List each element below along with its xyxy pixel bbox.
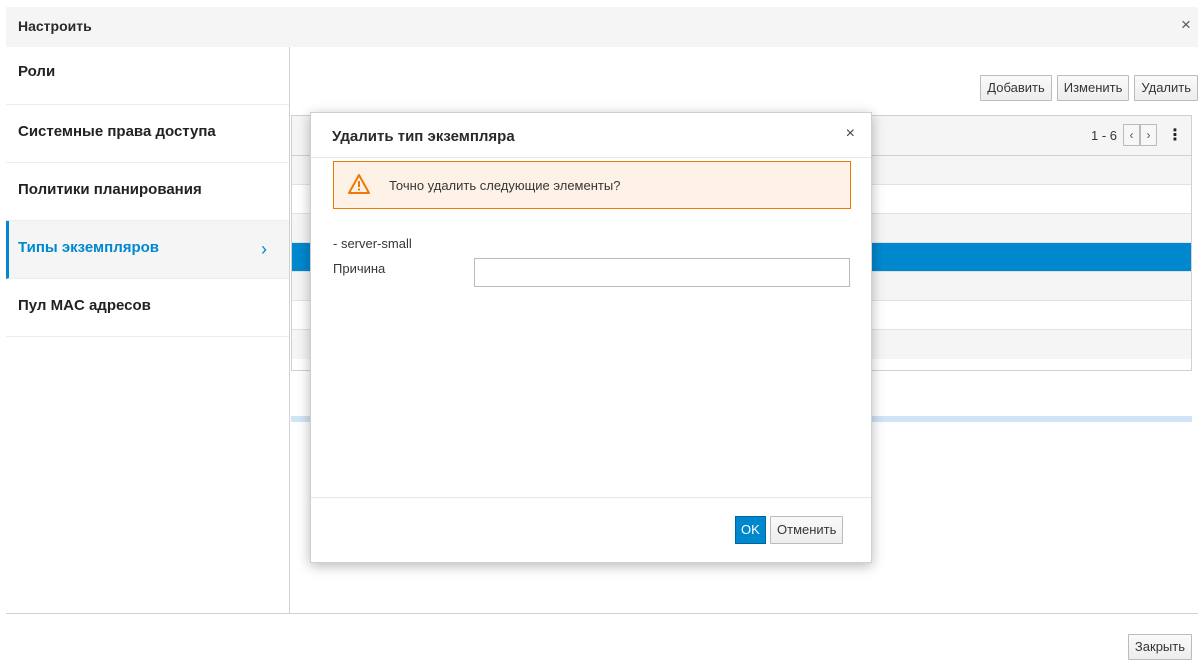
cancel-button[interactable]: Отменить [770,516,844,544]
reason-input[interactable] [474,258,850,287]
window-titlebar: Настроить × [6,7,1198,47]
window-footer: Закрыть [6,613,1198,660]
window-title: Настроить [18,18,92,34]
pager-range: 1 - 6 [1090,127,1117,143]
chevron-right-icon: › [261,239,267,259]
sidebar-item-label: Пул MAC адресов [18,297,151,314]
delete-instance-type-dialog: Удалить тип экземпляра × Точно удалить с… [310,112,872,563]
pager: 1 - 6 ‹ › ⋮ [1091,124,1183,146]
chevron-right-icon[interactable]: › [1140,124,1157,146]
sidebar-item-label: Политики планирования [18,181,202,198]
window-close-icon[interactable]: × [1176,15,1196,35]
sidebar-item-system-permissions[interactable]: Системные права доступа [6,105,289,163]
dialog-close-icon[interactable]: × [846,125,855,143]
close-button[interactable]: Закрыть [1127,634,1192,660]
delete-button[interactable]: Удалить [1134,75,1198,101]
warning-alert: Точно удалить следующие элементы? [333,161,851,209]
sidebar-item-label: Системные права доступа [18,123,216,140]
sidebar-item-mac-pools[interactable]: Пул MAC адресов [6,279,289,337]
chevron-left-icon[interactable]: ‹ [1123,124,1140,146]
toolbar: Добавить Изменить Удалить [980,75,1198,101]
reason-label: Причина [333,261,386,276]
edit-button[interactable]: Изменить [1056,75,1130,101]
dialog-header: Удалить тип экземпляра × [311,113,871,158]
dialog-footer: OK Отменить [311,497,871,563]
dialog-title: Удалить тип экземпляра [332,128,515,145]
add-button[interactable]: Добавить [980,75,1052,101]
warning-icon [348,174,370,197]
sidebar-item-instance-types[interactable]: Типы экземпляров › [6,221,289,279]
item-to-delete: - server-small [333,236,412,251]
warning-message: Точно удалить следующие элементы? [389,178,621,193]
sidebar-item-label: Роли [18,63,56,80]
sidebar-item-label: Типы экземпляров [18,239,160,256]
settings-sidebar: Роли Системные права доступа Политики пл… [6,47,290,613]
sidebar-item-roles[interactable]: Роли [6,47,289,105]
ok-button[interactable]: OK [735,516,766,544]
kebab-menu-icon[interactable]: ⋮ [1163,125,1183,145]
sidebar-item-scheduling-policies[interactable]: Политики планирования [6,163,289,221]
